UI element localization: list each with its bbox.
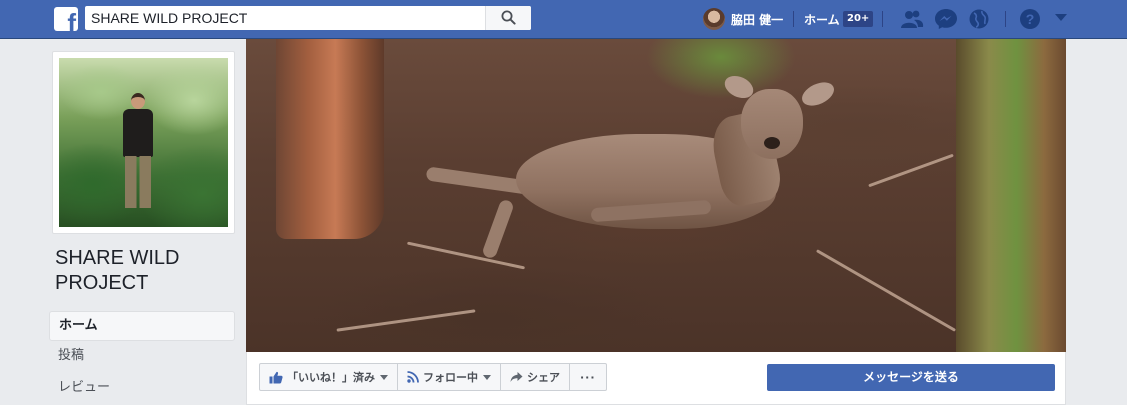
user-name: 脇田 健一 xyxy=(731,12,784,27)
following-button-label: フォロー中 xyxy=(423,371,478,384)
share-arrow-icon xyxy=(510,371,523,383)
cover-twig xyxy=(815,249,957,332)
search-box xyxy=(85,6,531,30)
cover-twig xyxy=(406,241,526,270)
friends-icon[interactable] xyxy=(900,8,924,30)
cover-photo[interactable] xyxy=(246,39,1066,352)
following-button[interactable]: フォロー中 xyxy=(398,364,501,390)
chevron-down-icon xyxy=(483,374,491,380)
nav-item-posts[interactable]: 投稿 xyxy=(49,341,235,373)
profile-picture xyxy=(59,58,228,227)
page-actions-group: 「いいね！」済み フォロー中 シェア ··· xyxy=(259,363,607,391)
home-link[interactable]: ホーム xyxy=(804,7,840,31)
messenger-icon[interactable] xyxy=(934,8,958,30)
profile-link[interactable]: 脇田 健一 xyxy=(703,7,783,31)
search-input[interactable] xyxy=(91,6,481,30)
search-button[interactable] xyxy=(485,6,531,30)
topbar-divider xyxy=(793,11,794,27)
profile-person-body xyxy=(123,109,153,157)
profile-person-legs xyxy=(125,156,151,208)
top-navigation-bar: f 脇田 健一 ホーム 20+ xyxy=(0,0,1127,39)
cover-tree-left xyxy=(276,39,384,239)
topbar-divider xyxy=(882,11,883,27)
caret-down-icon[interactable] xyxy=(1055,14,1067,21)
deer-ear xyxy=(798,77,838,111)
home-count-badge: 20+ xyxy=(843,11,874,27)
cover-twig xyxy=(336,309,476,332)
page-action-bar: 「いいね！」済み フォロー中 シェア ··· メッセージを送る xyxy=(246,352,1066,405)
share-button-label: シェア xyxy=(527,371,560,384)
share-button[interactable]: シェア xyxy=(501,364,570,390)
liked-button[interactable]: 「いいね！」済み xyxy=(260,364,398,390)
facebook-logo-icon[interactable]: f xyxy=(54,7,78,31)
page-title: SHARE WILD PROJECT xyxy=(55,247,180,294)
nav-item-reviews[interactable]: レビュー xyxy=(49,373,235,405)
user-avatar xyxy=(703,8,725,30)
profile-picture-card[interactable] xyxy=(52,51,235,234)
cover-tree-right xyxy=(956,39,1066,352)
deer-nose xyxy=(764,137,780,149)
deer-leg xyxy=(481,198,515,260)
more-options-button[interactable]: ··· xyxy=(570,364,606,390)
profile-person-head xyxy=(131,93,145,109)
svg-text:?: ? xyxy=(1026,11,1035,27)
topbar-divider xyxy=(1005,11,1006,27)
liked-button-label: 「いいね！」済み xyxy=(287,371,375,384)
search-icon xyxy=(501,10,516,25)
thumbs-up-icon xyxy=(269,371,283,384)
send-message-button[interactable]: メッセージを送る xyxy=(767,364,1055,391)
help-icon[interactable]: ? xyxy=(1018,8,1042,30)
cover-twig xyxy=(868,153,954,188)
globe-icon[interactable] xyxy=(967,8,991,30)
chevron-down-icon xyxy=(380,374,388,380)
page-navigation: ホーム 投稿 レビュー xyxy=(49,311,235,405)
nav-item-home[interactable]: ホーム xyxy=(49,311,235,341)
rss-icon xyxy=(407,371,419,383)
